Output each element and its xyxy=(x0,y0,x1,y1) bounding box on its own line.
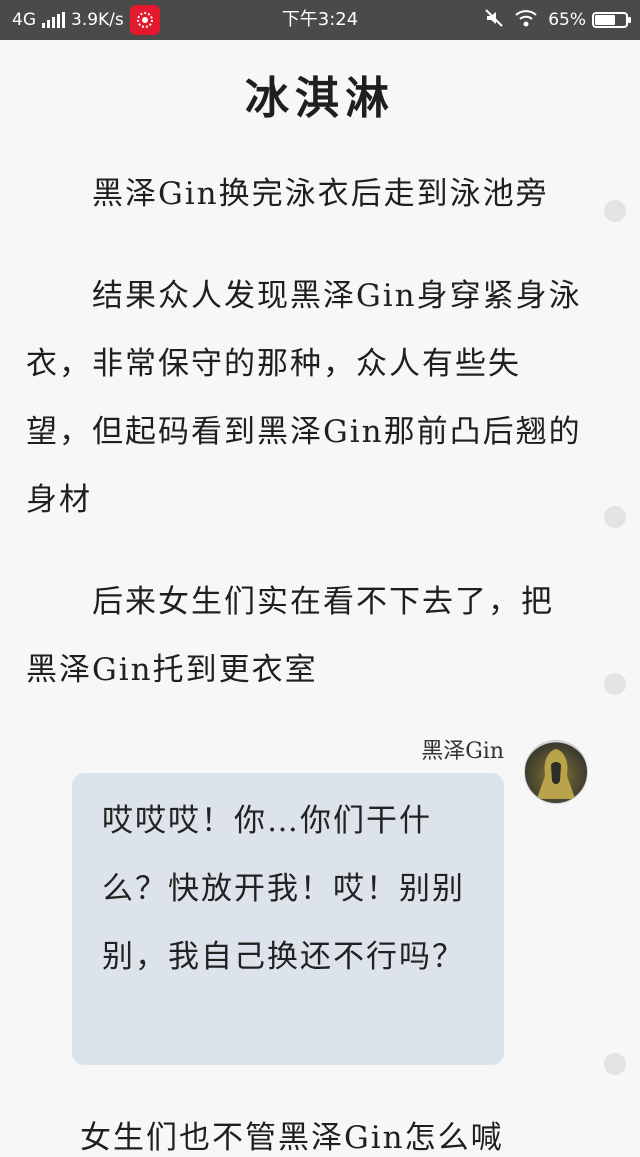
comment-dot[interactable] xyxy=(604,200,626,222)
battery-fill xyxy=(595,15,615,25)
comment-dot[interactable] xyxy=(604,1053,626,1075)
avatar-portrait xyxy=(537,749,575,799)
partial-paragraph: 女生们也不管黑泽Gin怎么喊 xyxy=(80,1120,504,1156)
paragraph-1: 黑泽Gin换完泳衣后走到泳池旁 xyxy=(26,176,549,212)
battery-percent: 65% xyxy=(548,10,586,30)
dialogue-bubble: 哎哎哎！你…你们干什么？快放开我！哎！别别别，我自己换还不行吗？ xyxy=(72,773,504,1065)
battery-indicator: 65% xyxy=(548,10,631,30)
paragraph-2: 结果众人发现黑泽Gin身穿紧身泳衣，非常保守的那种，众人有些失望，但起码看到黑泽… xyxy=(26,278,582,518)
status-right: 65% xyxy=(484,0,631,40)
avatar[interactable] xyxy=(524,740,588,804)
comment-dot[interactable] xyxy=(604,673,626,695)
speaker-name: 黑泽Gin xyxy=(421,739,504,764)
status-bar: 4G 3.9K/s 下午3:24 65% xyxy=(0,0,640,40)
page-title: 冰淇淋 xyxy=(245,73,395,124)
battery-icon xyxy=(592,12,631,28)
paragraph-3: 后来女生们实在看不下去了，把黑泽Gin托到更衣室 xyxy=(26,584,554,688)
comment-dot[interactable] xyxy=(604,506,626,528)
mute-icon xyxy=(484,8,504,33)
wifi-icon xyxy=(514,8,538,33)
